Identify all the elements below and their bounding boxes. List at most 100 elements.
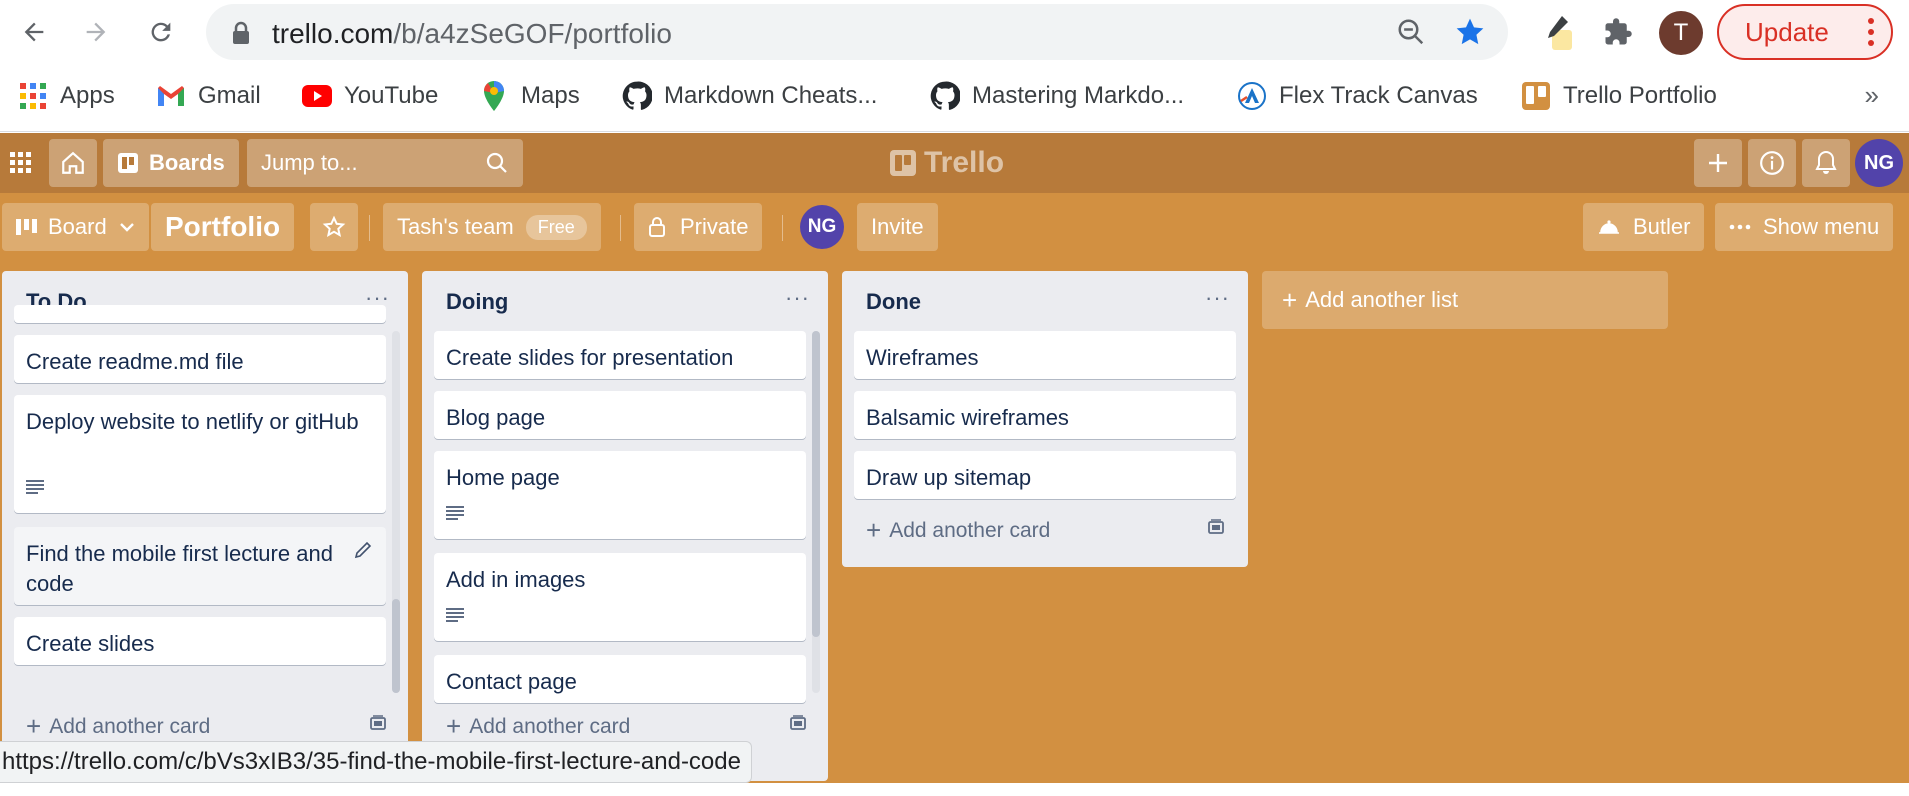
star-outline-icon <box>322 215 346 237</box>
scrollbar-thumb[interactable] <box>812 331 820 637</box>
back-button[interactable] <box>12 10 56 54</box>
visibility-button[interactable]: Private <box>634 203 763 251</box>
list-todo: To Do ··· Create readme.md file Deploy w… <box>2 271 408 781</box>
card[interactable]: Find the mobile first lecture and code <box>14 527 386 605</box>
reload-button[interactable] <box>139 10 183 54</box>
card[interactable]: Create readme.md file <box>14 335 386 383</box>
github-icon <box>622 81 652 111</box>
star-board-button[interactable] <box>310 203 358 251</box>
card-template-icon[interactable] <box>368 713 388 733</box>
card[interactable]: Create slides <box>14 617 386 665</box>
card[interactable]: Blog page <box>434 391 806 439</box>
butler-button[interactable]: Butler <box>1583 203 1705 251</box>
chevron-down-icon <box>119 223 134 232</box>
board-member-avatar[interactable]: NG <box>800 205 844 249</box>
list-title[interactable]: Doing <box>446 289 508 315</box>
card[interactable] <box>14 305 386 323</box>
board-view-icon <box>16 219 37 235</box>
card[interactable]: Create slides for presentation <box>434 331 806 379</box>
bookmark-maps[interactable]: Maps <box>479 78 580 114</box>
update-label: Update <box>1745 16 1829 47</box>
show-menu-label: Show menu <box>1763 214 1880 239</box>
create-button[interactable] <box>1694 139 1742 187</box>
add-card-button[interactable]: + Add another card <box>866 515 1050 546</box>
visibility-label: Private <box>680 214 749 239</box>
app-switcher-button[interactable] <box>6 139 36 187</box>
list-done: Done ··· Wireframes Balsamic wireframes … <box>842 271 1248 567</box>
canvas-icon <box>1237 81 1267 111</box>
forward-button[interactable] <box>74 10 118 54</box>
trello-header: Boards Jump to... Trello NG <box>0 133 1909 193</box>
divider <box>620 215 621 241</box>
list-scrollbar[interactable] <box>812 331 820 693</box>
add-card-button[interactable]: + Add another card <box>26 711 210 742</box>
status-bar-link-preview: https://trello.com/c/bVs3xIB3/35-find-th… <box>0 741 752 783</box>
jump-placeholder: Jump to... <box>261 150 358 175</box>
address-bar[interactable]: trello.com/b/a4zSeGOF/portfolio <box>206 4 1508 60</box>
card[interactable]: Home page <box>434 451 806 539</box>
description-icon <box>26 480 44 494</box>
bookmark-label: Apps <box>60 82 115 109</box>
zoom-out-icon[interactable] <box>1396 17 1426 47</box>
card[interactable]: Contact page <box>434 655 806 703</box>
list-scrollbar[interactable] <box>392 331 400 693</box>
plus-icon: + <box>866 515 882 545</box>
list-menu-button[interactable]: ··· <box>1205 285 1230 311</box>
card[interactable]: Deploy website to netlify or gitHub <box>14 395 386 513</box>
gmail-icon <box>156 81 186 111</box>
card[interactable]: Add in images <box>434 553 806 641</box>
bookmark-flex-track-canvas[interactable]: Flex Track Canvas <box>1237 78 1478 114</box>
boards-label: Boards <box>149 150 225 175</box>
add-card-label: Add another card <box>49 714 211 738</box>
extensions-puzzle-icon[interactable] <box>1598 12 1638 52</box>
bookmark-label: Markdown Cheats... <box>664 82 878 109</box>
info-button[interactable] <box>1748 139 1796 187</box>
add-list-button[interactable]: + Add another list <box>1262 271 1668 329</box>
add-card-button[interactable]: + Add another card <box>446 711 630 742</box>
update-button[interactable]: Update <box>1717 4 1893 60</box>
bookmark-gmail[interactable]: Gmail <box>156 78 261 114</box>
home-icon <box>62 151 84 174</box>
bookmark-apps[interactable]: Apps <box>18 78 115 114</box>
show-menu-button[interactable]: Show menu <box>1715 203 1894 251</box>
board-title[interactable]: Portfolio <box>151 203 295 251</box>
trello-icon <box>1521 81 1551 111</box>
butler-label: Butler <box>1633 214 1691 239</box>
plus-icon: + <box>1282 284 1298 315</box>
board-view-label: Board <box>48 214 107 239</box>
card-template-icon[interactable] <box>1206 517 1226 537</box>
team-button[interactable]: Tash's team Free <box>383 203 601 251</box>
member-avatar[interactable]: NG <box>1855 139 1903 187</box>
card[interactable]: Wireframes <box>854 331 1236 379</box>
trello-logo-icon <box>890 150 916 176</box>
eyedropper-extension-icon[interactable] <box>1536 12 1576 52</box>
board-view-switcher[interactable]: Board <box>2 203 149 251</box>
edit-pencil-icon[interactable] <box>354 541 372 559</box>
bookmark-trello-portfolio[interactable]: Trello Portfolio <box>1521 78 1717 114</box>
trello-logo-text: Trello <box>924 146 1005 179</box>
notifications-button[interactable] <box>1802 139 1850 187</box>
bookmark-star-icon[interactable] <box>1454 16 1486 48</box>
search-icon <box>486 152 507 173</box>
grid-dots-icon <box>10 152 31 173</box>
plus-icon <box>1709 154 1727 172</box>
list-title[interactable]: Done <box>866 289 921 315</box>
bookmark-mastering-markdown[interactable]: Mastering Markdo... <box>930 78 1184 114</box>
profile-avatar[interactable]: T <box>1659 11 1703 55</box>
scrollbar-thumb[interactable] <box>392 599 400 693</box>
card-template-icon[interactable] <box>788 713 808 733</box>
jump-to-search[interactable]: Jump to... <box>247 139 523 187</box>
boards-button[interactable]: Boards <box>103 139 239 187</box>
trello-logo[interactable]: Trello <box>890 143 1004 183</box>
card-title: Home page <box>446 465 560 490</box>
divider <box>782 215 783 241</box>
bookmark-markdown-cheatsheet[interactable]: Markdown Cheats... <box>622 78 877 114</box>
more-horizontal-icon <box>1729 224 1751 230</box>
card[interactable]: Draw up sitemap <box>854 451 1236 499</box>
bookmark-youtube[interactable]: YouTube <box>302 78 438 114</box>
bookmarks-overflow-button[interactable]: » <box>1865 80 1879 111</box>
card[interactable]: Balsamic wireframes <box>854 391 1236 439</box>
list-menu-button[interactable]: ··· <box>785 285 810 311</box>
invite-button[interactable]: Invite <box>857 203 938 251</box>
home-button[interactable] <box>49 139 97 187</box>
